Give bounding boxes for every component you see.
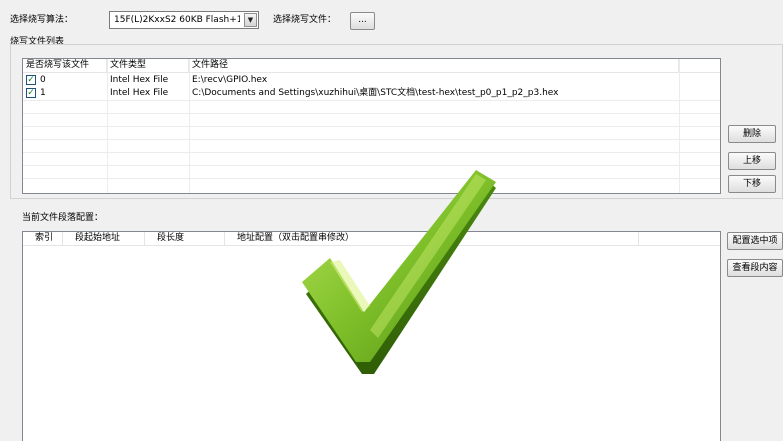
table-row[interactable]: ✓ 1 Intel Hex File C:\Documents and Sett… xyxy=(23,87,720,100)
delete-button[interactable]: 删除 xyxy=(728,125,776,143)
file-select-label: 选择烧写文件： xyxy=(273,15,337,25)
col-file-path[interactable]: 文件路径 xyxy=(189,59,679,72)
view-segment-button[interactable]: 查看段内容 xyxy=(727,259,783,277)
row-file-type: Intel Hex File xyxy=(110,88,169,98)
algorithm-value: 15F(L)2KxxS2 60KB Flash+1! xyxy=(114,15,240,25)
burn-checkbox[interactable]: ✓ xyxy=(26,88,36,98)
row-index: 0 xyxy=(40,75,46,85)
table-row[interactable]: ✓ 0 Intel Hex File E:\recv\GPIO.hex xyxy=(23,74,720,87)
move-down-button[interactable]: 下移 xyxy=(728,175,776,193)
segment-title: 当前文件段落配置： xyxy=(22,213,104,223)
move-up-button[interactable]: 上移 xyxy=(728,152,776,170)
algorithm-select[interactable]: 15F(L)2KxxS2 60KB Flash+1! ▼ xyxy=(109,11,259,29)
browse-file-button[interactable]: ... xyxy=(350,12,375,30)
burn-checkbox[interactable]: ✓ xyxy=(26,75,36,85)
checkmark-icon xyxy=(302,170,496,374)
config-selected-button[interactable]: 配置选中项 xyxy=(727,232,783,250)
burn-list-header: 是否烧写该文件 文件类型 文件路径 xyxy=(23,59,720,73)
row-index: 1 xyxy=(40,88,46,98)
col-index[interactable]: 索引 xyxy=(23,232,63,245)
col-segment-length[interactable]: 段长度 xyxy=(145,232,225,245)
row-file-type: Intel Hex File xyxy=(110,75,169,85)
col-start-address[interactable]: 段起始地址 xyxy=(63,232,145,245)
algorithm-label: 选择烧写算法： xyxy=(10,15,74,25)
row-file-path: E:\recv\GPIO.hex xyxy=(192,75,268,85)
row-file-path: C:\Documents and Settings\xuzhihui\桌面\ST… xyxy=(192,88,559,98)
col-file-type[interactable]: 文件类型 xyxy=(107,59,189,72)
chevron-down-icon[interactable]: ▼ xyxy=(244,13,257,27)
col-burn-flag[interactable]: 是否烧写该文件 xyxy=(23,59,107,72)
